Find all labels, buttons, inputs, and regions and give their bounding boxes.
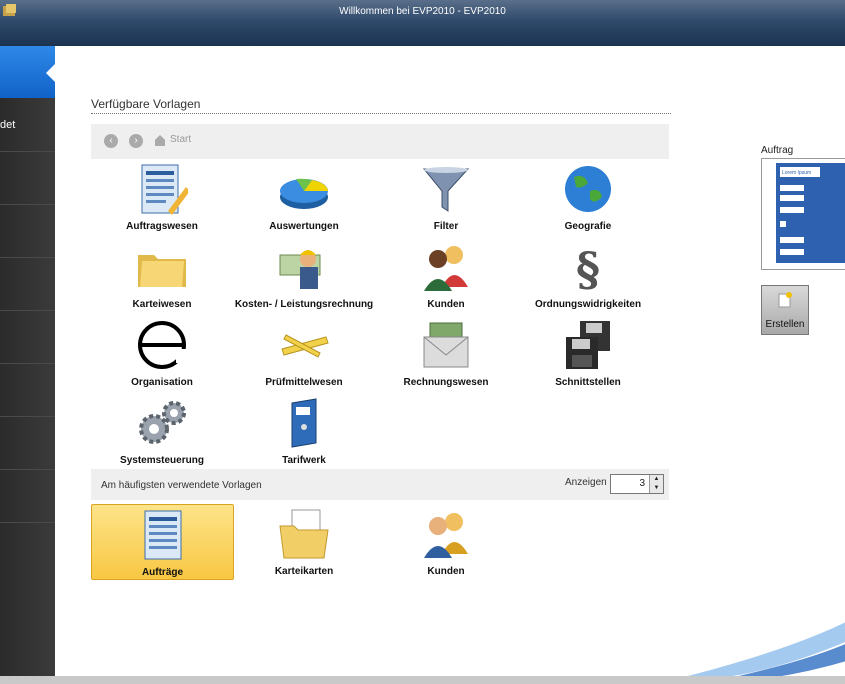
decorative-swoosh [680, 622, 845, 678]
gears-icon [139, 401, 186, 444]
tile-karteiwesen[interactable]: Karteiwesen [92, 241, 232, 313]
sidebar-item-3[interactable] [0, 205, 55, 258]
tile-auswertungen[interactable]: Auswertungen [234, 163, 374, 235]
section-title: Verfügbare Vorlagen [91, 97, 671, 114]
tile-label: Rechnungswesen [403, 377, 489, 388]
binder-icon [291, 398, 317, 448]
tile-ordnungswidrigkeiten[interactable]: § Ordnungswidrigkeiten [518, 241, 658, 313]
tile-schnittstellen[interactable]: Schnittstellen [518, 319, 658, 391]
tile-pruefmittelwesen[interactable]: Prüfmittelwesen [234, 319, 374, 391]
form-icon [144, 510, 181, 560]
sidebar-item-5[interactable] [0, 311, 55, 364]
window-title: Willkommen bei EVP2010 - EVP2010 [339, 6, 506, 17]
status-bar [0, 676, 845, 684]
sidebar-item-4[interactable] [0, 258, 55, 311]
tile-rechnungswesen[interactable]: Rechnungswesen [376, 319, 516, 391]
frequent-templates-bar: Am häufigsten verwendete Vorlagen Anzeig… [91, 469, 669, 500]
folding-ruler-icon [281, 334, 329, 358]
tile-label: Organisation [131, 377, 193, 388]
spin-arrows-icon[interactable]: ▲ ▼ [649, 475, 663, 493]
sidebar-item-7[interactable] [0, 417, 55, 470]
sidebar-item-6[interactable] [0, 364, 55, 417]
active-indicator-arrow [46, 64, 55, 82]
tile-label: Tarifwerk [282, 455, 326, 466]
create-button-label: Erstellen [765, 319, 805, 330]
sidebar-item-1[interactable]: det [0, 99, 55, 152]
frequent-item-auftraege[interactable]: Aufträge [91, 504, 234, 580]
title-bar: Willkommen bei EVP2010 - EVP2010 [0, 0, 845, 46]
tile-label: Prüfmittelwesen [265, 377, 343, 388]
tile-label: Systemsteuerung [120, 455, 204, 466]
template-nav-toolbar: ‹ › Start [91, 124, 669, 159]
tile-tarifwerk[interactable]: Tarifwerk [234, 397, 374, 469]
sidebar: det [0, 46, 55, 684]
worker-money-icon [279, 250, 321, 289]
folder-cards-icon [279, 509, 329, 559]
sidebar-item-active[interactable] [0, 46, 55, 98]
tile-label: Auftragswesen [126, 221, 198, 232]
tile-label: Karteiwesen [132, 299, 192, 310]
tile-label: Ordnungswidrigkeiten [534, 299, 642, 310]
tile-organisation[interactable]: Organisation [92, 319, 232, 391]
tile-auftragswesen[interactable]: Auftragswesen [92, 163, 232, 235]
pie-chart-icon [280, 178, 328, 209]
frequent-item-kunden[interactable]: Kunden [376, 508, 516, 580]
frequent-item-karteikarten[interactable]: Karteikarten [234, 508, 374, 580]
tile-label: Karteikarten [274, 566, 334, 577]
show-count-label: Anzeigen [565, 477, 607, 488]
money-envelope-icon [423, 322, 469, 368]
start-link[interactable]: Start [170, 134, 191, 145]
new-document-icon [778, 292, 792, 308]
tile-geografie[interactable]: Geografie [518, 163, 658, 235]
back-icon[interactable]: ‹ [104, 134, 118, 148]
e-logo-icon [138, 321, 188, 369]
funnel-icon [422, 167, 470, 212]
template-preview: Lorem Ipsum [761, 158, 845, 270]
tile-label: Kunden [427, 566, 465, 577]
tile-label: Auswertungen [269, 221, 339, 232]
tile-label: Kunden [427, 299, 465, 310]
floppy-disks-icon [566, 321, 610, 369]
sidebar-item-2[interactable] [0, 152, 55, 205]
tile-kosten-leistungsrechnung[interactable]: Kosten- / Leistungsrechnung [234, 241, 374, 313]
sidebar-item-label: det [0, 119, 16, 131]
create-button[interactable]: Erstellen [761, 285, 809, 335]
show-count-stepper[interactable]: 3 ▲ ▼ [610, 474, 664, 494]
tile-label: Filter [433, 221, 459, 232]
home-icon[interactable] [154, 133, 166, 147]
preview-doc-title: Lorem Ipsum [782, 170, 811, 176]
forward-icon[interactable]: › [129, 134, 143, 148]
tile-label: Schnittstellen [555, 377, 621, 388]
paragraph-icon: § [576, 242, 600, 296]
tile-label: Geografie [564, 221, 612, 232]
tile-label: Aufträge [141, 567, 184, 578]
tile-filter[interactable]: Filter [376, 163, 516, 235]
frequent-templates-title: Am häufigsten verwendete Vorlagen [101, 480, 262, 491]
show-count-value[interactable]: 3 [639, 478, 645, 489]
tile-label: Kosten- / Leistungsrechnung [234, 299, 374, 310]
people-icon [424, 246, 468, 291]
preview-document-thumbnail: Lorem Ipsum [776, 163, 845, 263]
folders-icon [138, 255, 186, 287]
preview-label: Auftrag [761, 145, 794, 156]
globe-icon [565, 166, 611, 212]
sidebar-item-8[interactable] [0, 470, 55, 523]
tile-kunden[interactable]: Kunden [376, 241, 516, 313]
svg-text:§: § [576, 242, 600, 293]
form-pencil-icon [141, 164, 190, 215]
people-icon [424, 513, 468, 558]
tile-systemsteuerung[interactable]: Systemsteuerung [92, 397, 232, 469]
